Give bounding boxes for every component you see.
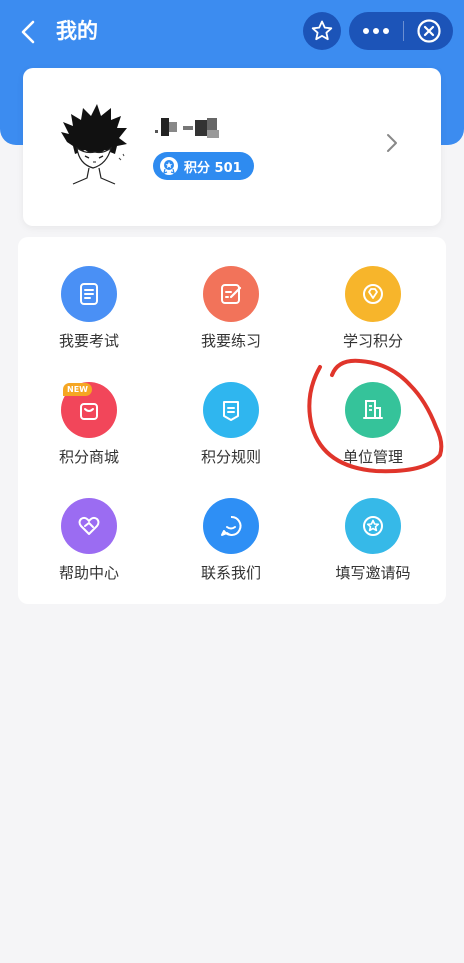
chevron-right-icon[interactable]	[383, 132, 401, 154]
menu-item-label: 积分商城	[58, 448, 119, 466]
close-button[interactable]	[409, 12, 449, 50]
more-icon	[363, 28, 389, 34]
menu-item-label: 我要考试	[58, 332, 119, 350]
chat-icon	[203, 498, 259, 554]
menu-item-exam[interactable]: 我要考试	[18, 237, 160, 350]
new-tag: NEW	[63, 383, 92, 396]
star-icon	[311, 20, 333, 41]
invite-icon	[345, 498, 401, 554]
menu-item-unit-management[interactable]: 单位管理	[302, 353, 444, 466]
menu-item-label: 积分规则	[200, 448, 261, 466]
menu-item-label: 联系我们	[200, 564, 261, 582]
menu-item-invite-code[interactable]: 填写邀请码	[302, 469, 444, 582]
mini-program-capsule	[349, 12, 453, 50]
menu-item-label: 单位管理	[342, 448, 403, 466]
menu-item-label: 我要练习	[200, 332, 261, 350]
exam-icon	[61, 266, 117, 322]
practice-icon	[203, 266, 259, 322]
menu-item-contact-us[interactable]: 联系我们	[160, 469, 302, 582]
top-navigation-bar: 我的	[0, 0, 464, 64]
more-button[interactable]	[349, 12, 403, 50]
rules-icon	[203, 382, 259, 438]
back-arrow-icon[interactable]	[14, 14, 46, 50]
function-grid: 我要考试 我要练习 学习积分 积分商城 NEW 积分规则 单位管理 帮助中心 联…	[18, 237, 446, 604]
help-heart-icon	[61, 498, 117, 554]
medal-icon	[160, 157, 178, 175]
capsule-divider	[403, 21, 404, 41]
username-blurred	[153, 116, 263, 140]
menu-item-help-center[interactable]: 帮助中心	[18, 469, 160, 582]
menu-item-label: 填写邀请码	[335, 564, 411, 582]
points-label: 积分 501	[184, 160, 242, 176]
menu-item-label: 帮助中心	[58, 564, 119, 582]
menu-item-practice[interactable]: 我要练习	[160, 237, 302, 350]
building-icon	[345, 382, 401, 438]
page-title: 我的	[56, 19, 98, 43]
favorite-button[interactable]	[303, 12, 341, 50]
menu-item-points-shop[interactable]: 积分商城	[18, 353, 160, 466]
menu-item-label: 学习积分	[342, 332, 403, 350]
points-icon	[345, 266, 401, 322]
menu-item-study-points[interactable]: 学习积分	[302, 237, 444, 350]
profile-card[interactable]: 积分 501	[23, 68, 441, 226]
menu-item-points-rules[interactable]: 积分规则	[160, 353, 302, 466]
avatar[interactable]	[55, 98, 135, 190]
points-badge[interactable]: 积分 501	[153, 152, 254, 180]
close-icon	[417, 19, 441, 43]
